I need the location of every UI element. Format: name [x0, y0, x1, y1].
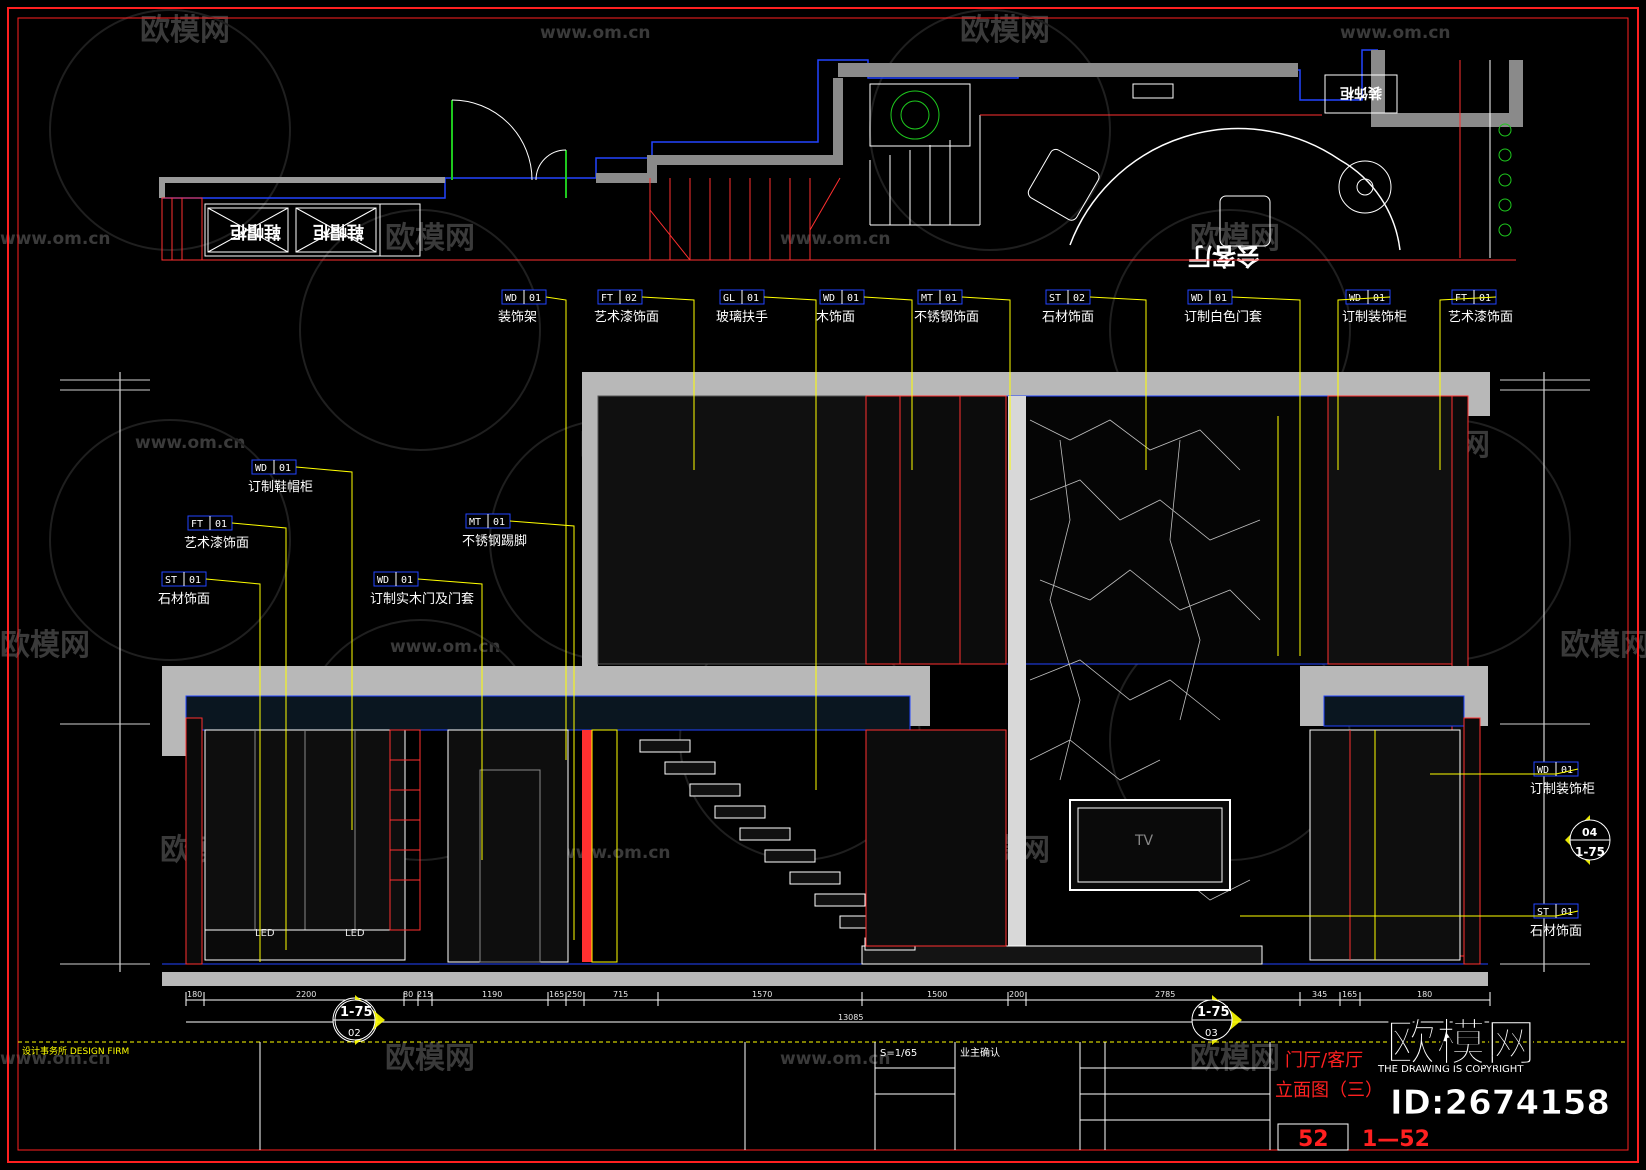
watermark-brand: 欧模网: [1190, 1041, 1280, 1076]
section-mark-top: 04: [1582, 826, 1598, 839]
watermark-site: www.om.cn: [1340, 23, 1451, 43]
material-tag-label: 订制白色门套: [1184, 309, 1262, 325]
drawing-title: 门厅/客厅: [1285, 1050, 1363, 1071]
dimension-value: 165: [549, 990, 564, 999]
material-tag-number: 01: [279, 463, 291, 474]
dimension-value: 180: [187, 990, 202, 999]
section-mark: 04 1-75: [1565, 815, 1611, 865]
plan-room-label: 装饰柜: [1340, 84, 1383, 101]
material-tag-label: 木饰面: [816, 310, 855, 325]
material-tag-number: 01: [945, 293, 957, 304]
material-tag-number: 01: [747, 293, 759, 304]
dimension-value: 215: [417, 990, 432, 999]
dimension-value: 2200: [296, 990, 316, 999]
material-tag-number: 01: [1479, 293, 1491, 304]
material-tag-label: 石材饰面: [1530, 924, 1582, 939]
dimension-value: 2785: [1155, 990, 1175, 999]
tv-label: TV: [1134, 833, 1154, 849]
material-tag-label: 订制鞋帽柜: [248, 479, 313, 495]
watermark-site: www.om.cn: [0, 229, 111, 249]
watermark-brand: 欧模网: [385, 1041, 475, 1076]
material-tag-code: FT: [191, 519, 203, 530]
section-mark-bottom: 03: [1205, 1028, 1218, 1039]
brand-badge: 欧模网 ID:2674158: [1386, 1014, 1611, 1124]
owner-confirm-label: 业主确认: [960, 1046, 1000, 1059]
watermark-brand: 欧模网: [1560, 628, 1646, 663]
material-tag-number: 02: [625, 293, 637, 304]
watermark-site: www.om.cn: [540, 23, 651, 43]
drawing-subtitle: 立面图（三）: [1275, 1080, 1383, 1101]
sheet-range: 1—52: [1362, 1127, 1430, 1152]
section-mark-top: 1-75: [1197, 1005, 1230, 1020]
sheet-number: 52: [1298, 1127, 1329, 1152]
material-tag-label: 艺术漆饰面: [1448, 309, 1513, 325]
led-note: LED: [255, 928, 275, 939]
dimension-value: 180: [1417, 990, 1432, 999]
material-tag-number: 02: [1073, 293, 1085, 304]
watermark-brand: 欧模网: [385, 221, 475, 256]
section-mark: 1-75 03: [1191, 995, 1242, 1045]
material-tag-number: 01: [215, 519, 227, 530]
material-tag-label: 订制装饰柜: [1342, 310, 1407, 325]
dimension-total: 13085: [838, 1013, 863, 1022]
material-tag-label: 艺术漆饰面: [594, 309, 659, 325]
section-mark-top: 1-75: [340, 1005, 373, 1020]
material-tag-label: 玻璃扶手: [716, 310, 768, 325]
section-mark: 1-75 02: [332, 995, 385, 1045]
material-tag-code: WD: [1191, 293, 1203, 304]
material-tag-number: 01: [847, 293, 859, 304]
material-tag-label: 不锈钢饰面: [914, 310, 979, 325]
dimension-value: 165: [1342, 990, 1357, 999]
elevation: TV LED LED: [162, 372, 1490, 986]
watermark-site: www.om.cn: [780, 229, 891, 249]
led-note: LED: [345, 928, 365, 939]
material-tag-label: 不锈钢踢脚: [462, 533, 527, 549]
material-tag-code: ST: [165, 575, 177, 586]
material-tag-label: 石材饰面: [158, 592, 210, 607]
badge-id: ID:2674158: [1390, 1083, 1610, 1123]
design-firm-label: 设计事务所 DESIGN FIRM: [22, 1045, 129, 1057]
material-tag-code: GL: [723, 293, 735, 304]
cad-drawing-canvas: 欧模网 www.om.cn 欧模网 www.om.cn www.om.cn 欧模…: [0, 7, 1646, 1163]
material-tag-number: 01: [1215, 293, 1227, 304]
material-tag-label: 艺术漆饰面: [184, 535, 249, 551]
section-mark-bottom: 02: [348, 1028, 361, 1039]
badge-brand: 欧模网: [1386, 1014, 1536, 1072]
material-tag-number: 01: [529, 293, 541, 304]
dimension-value: 1500: [927, 990, 947, 999]
plan-room-label: 鞋帽柜: [230, 221, 281, 242]
dimension-value: 250: [567, 990, 582, 999]
dimension-value: 80: [403, 990, 413, 999]
watermark-brand: 欧模网: [0, 628, 90, 663]
material-tag-code: FT: [601, 293, 613, 304]
dimension-value: 1570: [752, 990, 772, 999]
material-tag-label: 订制实木门及门套: [370, 591, 474, 607]
material-tag-label: 装饰架: [498, 310, 537, 325]
material-tag-code: MT: [469, 517, 481, 528]
material-tag-code: WD: [823, 293, 835, 304]
watermark-site: www.om.cn: [390, 637, 501, 657]
material-tag-label: 订制装饰柜: [1530, 782, 1595, 797]
material-tag-number: 01: [1373, 293, 1385, 304]
dimension-value: 1190: [482, 990, 502, 999]
material-tag-code: WD: [377, 575, 389, 586]
material-tag-code: MT: [921, 293, 933, 304]
material-tag-number: 01: [189, 575, 201, 586]
scale-label: S=1/65: [880, 1048, 917, 1059]
material-tag-code: WD: [255, 463, 267, 474]
dimension-value: 345: [1312, 990, 1327, 999]
material-tag-number: 01: [401, 575, 413, 586]
material-tag-code: ST: [1049, 293, 1061, 304]
material-tag-label: 石材饰面: [1042, 310, 1094, 325]
dimension-value: 715: [613, 990, 628, 999]
plan-room-label: 鞋帽柜: [313, 221, 364, 242]
plan-room-label: 会客厅: [1188, 242, 1260, 270]
section-mark-bottom: 1-75: [1575, 845, 1605, 859]
material-tag-number: 01: [493, 517, 505, 528]
material-tag-code: WD: [505, 293, 517, 304]
watermark-site: www.om.cn: [560, 843, 671, 863]
watermark-site: www.om.cn: [780, 1049, 891, 1069]
dimension-value: 200: [1009, 990, 1024, 999]
